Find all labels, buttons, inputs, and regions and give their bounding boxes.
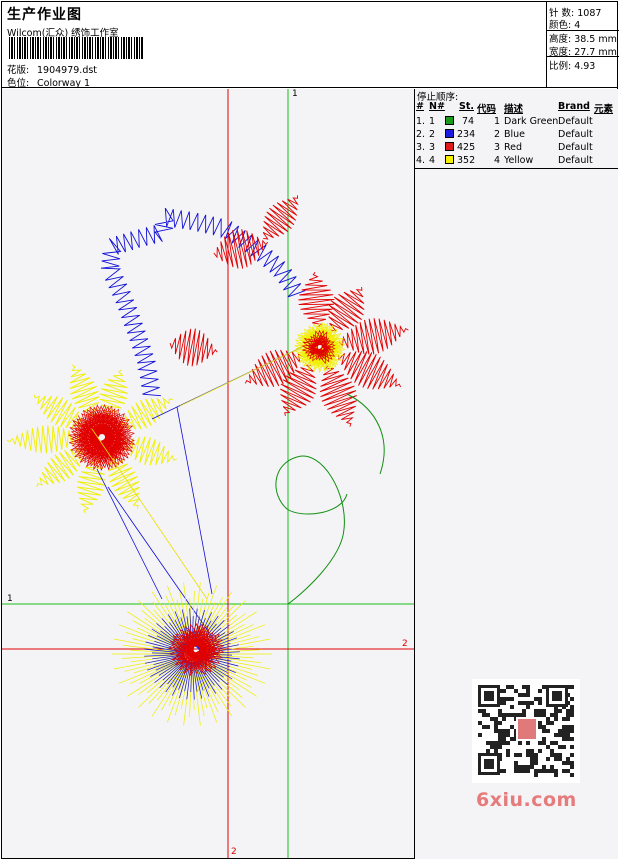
color-swatch [445,155,454,164]
col-st: St. [459,101,474,112]
row-stitches: 352 [457,155,476,166]
row-brand: Default [558,116,593,127]
col-brand: Brand [558,101,590,112]
row-n: 1 [429,116,436,127]
colorway-label: 色位: [7,78,30,89]
watermark-text: 6xiu.com [476,789,577,811]
row-brand: Default [558,155,593,166]
row-desc: Red [504,142,523,153]
stat-colors: 颜色: 4 [549,17,580,31]
row-index: 3. [416,142,426,153]
qr-code [472,679,580,783]
row-code: 3 [494,142,501,153]
stat-stitches-value: 1087 [577,8,602,19]
embroidery-drawing [2,89,414,858]
col-n: N# [429,101,445,112]
row-stitches: 234 [457,129,476,140]
stat-scale-value: 4.93 [574,61,596,72]
pattern-label: 花版: [7,65,30,76]
row-brand: Default [558,129,593,140]
stat-height-label: 高度: [549,34,572,45]
row-index: 1. [416,116,426,127]
axis-label-red-bottom: 2 [231,847,237,857]
row-desc: Dark Green [504,116,559,127]
barcode [9,37,143,59]
col-element: 元素 [594,104,614,115]
axis-label-green-top: 1 [292,89,298,99]
axis-label-red-right: 2 [402,639,408,649]
row-n: 4 [429,155,436,166]
axis-label-green-left: 1 [7,594,13,604]
row-code: 4 [494,155,501,166]
stat-scale: 比例: 4.93 [549,58,595,72]
col-desc: 描述 [504,104,524,115]
row-desc: Yellow [504,155,534,166]
red-flower [244,271,409,427]
row-code: 2 [494,129,501,140]
page-title: 生产作业图 [7,7,82,23]
row-n: 3 [429,142,436,153]
green-stem [275,393,385,605]
row-stitches: 74 [462,116,475,127]
color-swatch [445,116,454,125]
stat-colors-label: 颜色: [549,20,572,31]
color-swatch [445,129,454,138]
row-code: 1 [494,116,501,127]
stats-box: 针 数: 1087 颜色: 4 高度: 38.5 mm 宽度: 27.7 mm 比例: 4… [546,1,619,88]
color-swatch [445,142,454,151]
blue-arc [100,207,306,397]
row-brand: Default [558,142,593,153]
stat-scale-label: 比例: [549,61,572,72]
row-desc: Blue [504,129,526,140]
colorway-value: Colorway 1 [37,78,91,89]
col-code: 代码 [477,104,497,115]
design-canvas: 1 1 2 2 [2,89,414,858]
row-index: 2. [416,129,426,140]
col-hash: # [416,101,424,112]
red-leaves [169,195,299,367]
row-n: 2 [429,129,436,140]
row-stitches: 425 [457,142,476,153]
stats-divider [547,56,619,57]
header: 生产作业图 Wilcom(汇众) 绣饰工作室 花版: 1904979.dst 色位… [1,1,618,89]
pattern-row: 花版: 1904979.dst [7,62,97,76]
qr-code-image [478,685,574,777]
panel-separator [415,168,618,169]
row-index: 4. [416,155,426,166]
colorway-row: 色位: Colorway 1 [7,75,90,89]
stat-height: 高度: 38.5 mm [549,31,617,45]
